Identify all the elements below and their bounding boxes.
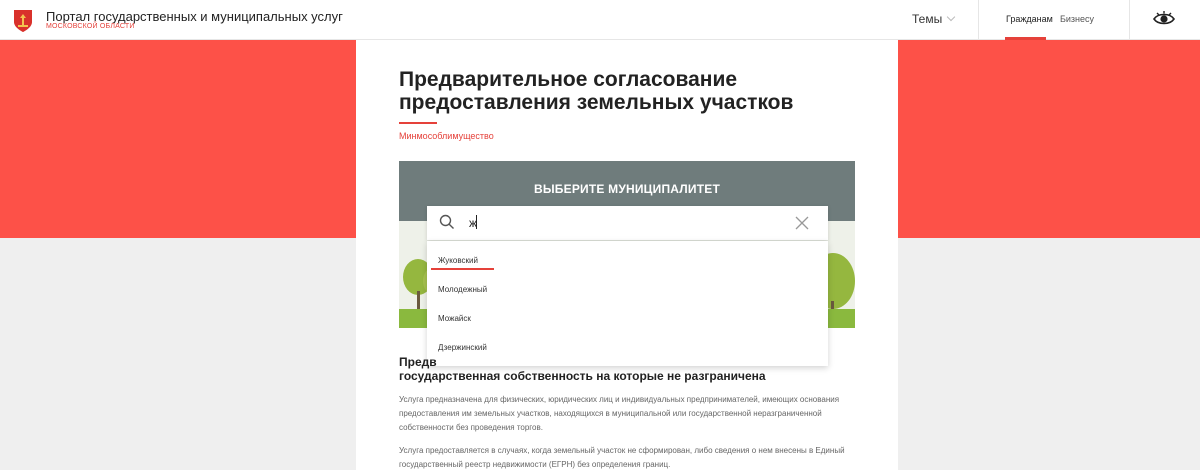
chevron-down-icon	[946, 12, 956, 22]
coat-of-arms-icon[interactable]	[12, 8, 34, 33]
page-title: Предварительное согласование предоставле…	[399, 68, 794, 114]
section-heading: Предв государственная собственность на к…	[399, 355, 859, 383]
tab-business[interactable]: Бизнесу	[1060, 14, 1094, 24]
suggestion-highlight	[431, 268, 494, 270]
header-divider	[978, 0, 979, 40]
section-heading-line1: Предв	[399, 355, 437, 369]
tab-citizens[interactable]: Гражданам	[1006, 14, 1053, 24]
eye-icon[interactable]	[1153, 10, 1175, 28]
description-paragraph: Услуга предназначена для физических, юри…	[399, 395, 840, 432]
portal-title[interactable]: Портал государственных и муниципальных у…	[46, 9, 343, 24]
suggestion-item[interactable]: Дзержинский	[438, 343, 487, 352]
close-icon[interactable]	[795, 216, 809, 230]
search-input[interactable]	[469, 214, 789, 232]
section-heading-line2: государственная собственность на которые…	[399, 369, 766, 383]
themes-label: Темы	[912, 12, 943, 26]
municipality-search	[427, 206, 828, 240]
description-paragraph: Услуга предоставляется в случаях, когда …	[399, 446, 845, 469]
suggestion-item[interactable]: Молодежный	[438, 285, 487, 294]
suggestion-item[interactable]: Жуковский	[438, 256, 478, 265]
suggestions-dropdown: Жуковский Молодежный Можайск Дзержинский	[427, 241, 828, 366]
search-icon	[439, 214, 454, 229]
themes-menu[interactable]: Темы	[912, 12, 956, 26]
banner-heading: ВЫБЕРИТЕ МУНИЦИПАЛИТЕТ	[533, 182, 721, 196]
portal-subtitle: МОСКОВСКОЙ ОБЛАСТИ	[46, 23, 135, 30]
title-accent-bar	[399, 122, 437, 124]
active-tab-indicator	[1005, 37, 1046, 40]
suggestion-item[interactable]: Можайск	[438, 314, 471, 323]
top-header: Портал государственных и муниципальных у…	[0, 0, 1200, 40]
ministry-link[interactable]: Минмособлимущество	[399, 131, 494, 141]
text-caret	[476, 215, 477, 229]
header-divider	[1129, 0, 1130, 40]
tree-trunk	[417, 291, 420, 311]
